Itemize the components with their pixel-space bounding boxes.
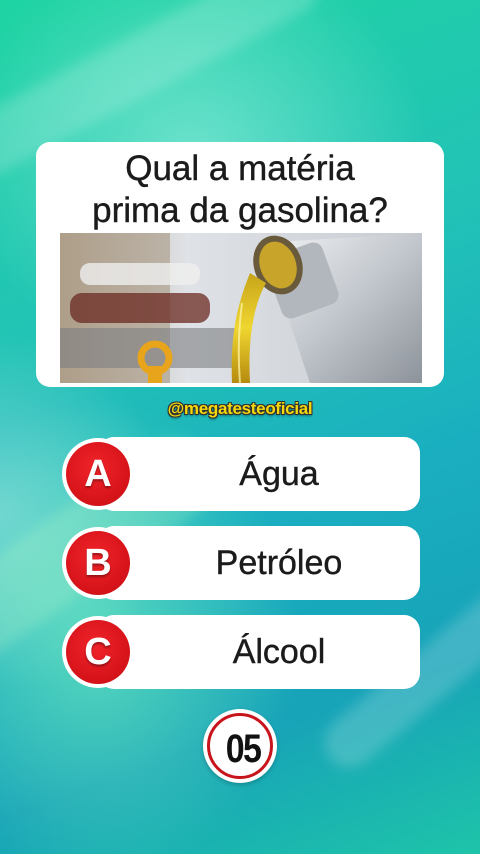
question-text: Qual a matéria prima da gasolina? <box>36 148 444 232</box>
option-a-label: Água <box>239 455 319 493</box>
timer-ring: 05 <box>207 713 273 779</box>
option-c-letter: C <box>66 620 130 684</box>
option-b-badge[interactable]: B <box>62 527 134 599</box>
question-line-1: Qual a matéria <box>125 149 355 188</box>
option-a-letter: A <box>66 442 130 506</box>
timer-value: 05 <box>225 727 262 771</box>
countdown-timer: 05 <box>203 709 277 783</box>
option-a-button[interactable]: A Água <box>62 437 420 511</box>
channel-handle: @megatesteoficial <box>167 399 313 418</box>
question-card: Qual a matéria prima da gasolina? <box>36 142 444 387</box>
question-line-2: prima da gasolina? <box>92 191 388 230</box>
option-c-button[interactable]: C Álcool <box>62 615 420 689</box>
option-b-button[interactable]: B Petróleo <box>62 526 420 600</box>
option-b-letter: B <box>66 531 130 595</box>
oil-pouring-illustration <box>60 233 422 383</box>
option-a-badge[interactable]: A <box>62 438 134 510</box>
oil-pouring-photo <box>60 233 422 383</box>
option-b-label: Petróleo <box>215 544 343 582</box>
option-c-badge[interactable]: C <box>62 616 134 688</box>
option-c-label: Álcool <box>232 633 326 671</box>
